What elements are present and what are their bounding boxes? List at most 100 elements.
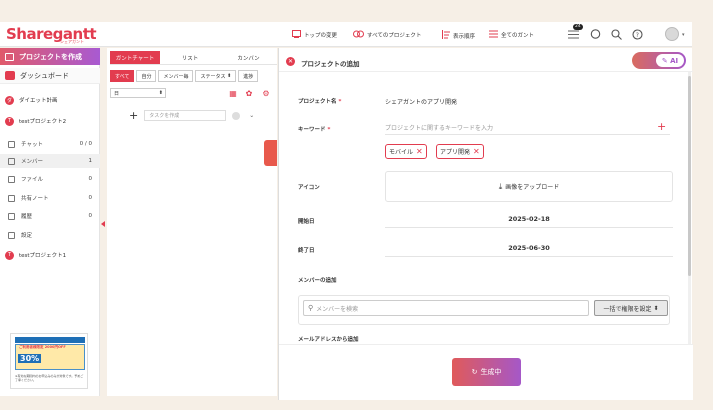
nav-display-order[interactable]: 表示順序 <box>441 30 475 41</box>
sidebar-item-files[interactable]: ファイル 0 <box>0 172 100 186</box>
start-date-label: 開始日 <box>298 219 315 225</box>
panel-footer: ↻ 生成中 <box>279 344 693 400</box>
member-search-input[interactable]: ⚲ メンバーを検索 <box>303 300 589 316</box>
filter-bar: すべて 自分 メンバー毎 ステータス ⬍ 進捗 <box>110 70 260 82</box>
help-icon[interactable]: ? <box>631 28 643 40</box>
member-search-placeholder: メンバーを検索 <box>316 305 359 313</box>
project-name-field[interactable]: シェアガントのアプリ開発 <box>385 97 457 106</box>
close-icon[interactable]: ✕ <box>286 57 295 66</box>
keyword-tag: モバイル ✕ <box>385 144 427 159</box>
keyword-label-text: キーワード <box>298 127 326 133</box>
keyword-tag: アプリ開発 ✕ <box>436 144 484 159</box>
icon-label: アイコン <box>298 185 320 191</box>
sub-item-count: 0 <box>88 213 93 219</box>
keyword-tag-label: モバイル <box>389 149 414 156</box>
note-icon <box>8 194 15 202</box>
project-label: testプロジェクト1 <box>19 253 67 259</box>
sort-icon <box>441 30 450 41</box>
day-select-value: 日 <box>114 90 120 97</box>
gantt-panel: ガントチャート リスト カンバン すべて 自分 メンバー毎 ステータス ⬍ 進捗… <box>107 48 277 396</box>
nav-top-change[interactable]: トップの変更 <box>292 30 337 40</box>
email-add-label: メールアドレスから追加 <box>298 337 359 343</box>
scrollbar-thumb[interactable] <box>688 76 691 276</box>
promo-headline: ご利用者様限定 2000円OFF <box>19 345 66 349</box>
tab-list[interactable]: リスト <box>160 51 220 64</box>
palette-icon[interactable]: ✿ <box>244 88 254 98</box>
member-add-box: ⚲ メンバーを検索 一括で権限を設定 ⬍ <box>298 295 670 325</box>
search-icon[interactable] <box>610 28 622 40</box>
promo-text: ※有効な期間内のお申込みのみが対象です。予めご了承ください。 <box>15 374 84 382</box>
day-select[interactable]: 日 ⬍ <box>110 88 166 98</box>
chevron-down-icon[interactable]: ⌄ <box>249 112 254 119</box>
nav-label: すべてのプロジェクト <box>367 33 422 39</box>
nav-all-gantts[interactable]: 全てのガント <box>489 30 534 40</box>
upload-image-button[interactable]: ⤓ 画像をアップロード <box>385 171 673 202</box>
task-create-input[interactable]: タスクを作成 <box>144 110 227 121</box>
end-date-label: 終了日 <box>298 248 315 254</box>
user-avatar[interactable] <box>665 27 679 41</box>
sidebar-project[interactable]: T testプロジェクト1 <box>0 247 100 263</box>
chat-icon <box>8 140 15 148</box>
nav-all-projects[interactable]: すべてのプロジェクト <box>353 30 421 40</box>
sidebar-item-shared-notes[interactable]: 共有ノート 0 <box>0 191 100 205</box>
monitor-icon <box>292 30 301 40</box>
end-date-field[interactable]: 2025-06-30 <box>385 239 673 257</box>
filter-self[interactable]: 自分 <box>136 70 157 82</box>
keyword-input[interactable]: プロジェクトに関するキーワードを入力 <box>385 123 670 135</box>
promo-discount: 30% <box>18 354 42 363</box>
bulk-permission-select[interactable]: 一括で権限を設定 ⬍ <box>594 300 668 316</box>
sidebar: プロジェクトを作成 ダッシュボード ダ ダイエット計画 T testプロジェクト… <box>0 48 100 396</box>
create-project-button[interactable]: プロジェクトを作成 <box>0 48 100 65</box>
generate-button[interactable]: ↻ 生成中 <box>452 358 521 386</box>
collapse-sidebar-icon[interactable] <box>101 221 105 227</box>
sub-item-label: 共有ノート <box>21 196 49 202</box>
promo-banner[interactable]: ご利用者様限定 2000円OFF 30% ※有効な期間内のお申込みのみが対象です… <box>10 333 88 389</box>
sidebar-item-history[interactable]: 履歴 0 <box>0 209 100 223</box>
keyword-tag-label: アプリ開発 <box>440 149 471 156</box>
calendar-icon[interactable]: ▦ <box>228 88 238 98</box>
sidebar-project[interactable]: T testプロジェクト2 <box>0 113 100 129</box>
required-mark: * <box>327 127 331 133</box>
assignee-icon[interactable] <box>232 111 241 120</box>
sidebar-project[interactable]: ダ ダイエット計画 <box>0 92 100 108</box>
filter-status-label: ステータス <box>200 73 226 80</box>
members-icon <box>8 157 15 165</box>
sidebar-item-settings[interactable]: 設定 <box>0 228 100 242</box>
create-project-label: プロジェクトを作成 <box>19 52 82 61</box>
tab-kanban[interactable]: カンバン <box>220 51 277 64</box>
sidebar-item-dashboard[interactable]: ダッシュボード <box>0 68 100 84</box>
settings-icon <box>8 231 15 239</box>
svg-text:?: ? <box>635 32 638 39</box>
add-keyword-icon[interactable]: + <box>657 120 666 133</box>
gear-icon[interactable]: ⚙ <box>261 88 271 98</box>
panel-title: プロジェクトの追加 <box>301 60 360 68</box>
magic-wand-icon: ✎ <box>661 56 668 65</box>
filter-by-member[interactable]: メンバー毎 <box>158 70 194 82</box>
project-initial-icon: ダ <box>5 95 14 105</box>
bulk-permission-label: 一括で権限を設定 <box>603 305 652 313</box>
app-window: Sharegantt シェアガント トップの変更 すべてのプロジェクト 表示順序… <box>0 0 713 410</box>
add-task-icon[interactable]: + <box>129 109 138 122</box>
sub-item-label: 設定 <box>21 233 33 239</box>
start-date-field[interactable]: 2025-02-18 <box>385 210 673 228</box>
ai-toggle[interactable]: ✎ AI <box>632 52 686 69</box>
remove-tag-icon[interactable]: ✕ <box>473 147 480 156</box>
sub-item-label: メンバー <box>21 159 44 165</box>
filter-all[interactable]: すべて <box>110 70 135 82</box>
top-header: Sharegantt シェアガント トップの変更 すべてのプロジェクト 表示順序… <box>0 22 692 47</box>
ai-label: AI <box>670 56 679 65</box>
tab-gantt[interactable]: ガントチャート <box>110 51 160 64</box>
sub-item-label: ファイル <box>21 177 44 183</box>
sidebar-item-chat[interactable]: チャット 0 / 0 <box>0 137 100 151</box>
remove-tag-icon[interactable]: ✕ <box>416 147 423 156</box>
chat-bubble-icon[interactable] <box>589 28 601 40</box>
gantt-bar[interactable] <box>264 140 277 166</box>
dashboard-label: ダッシュボード <box>20 71 69 80</box>
chevron-down-icon[interactable]: ▾ <box>682 32 685 38</box>
members-label: メンバーの追加 <box>298 278 337 284</box>
file-icon <box>8 175 15 183</box>
filter-status[interactable]: ステータス ⬍ <box>195 70 237 82</box>
sidebar-item-members[interactable]: メンバー 1 <box>0 154 100 168</box>
filter-progress[interactable]: 進捗 <box>238 70 259 82</box>
ai-toggle-knob: ✎ AI <box>656 54 684 67</box>
